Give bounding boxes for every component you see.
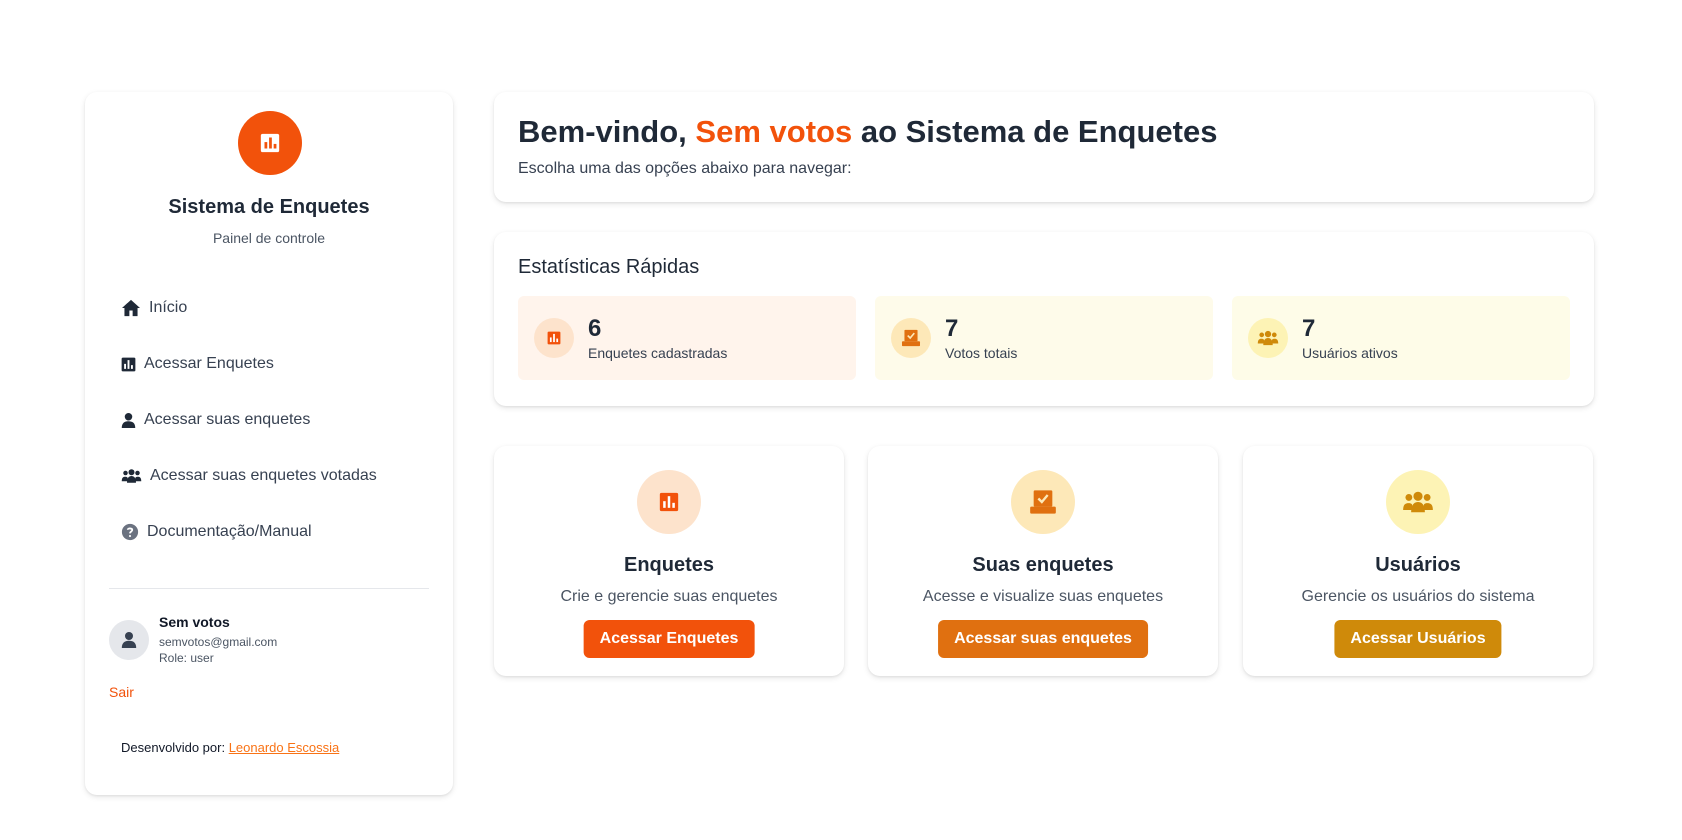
- app-title: Sistema de Enquetes: [168, 196, 370, 218]
- sidebar-nav: Início Acessar Enquetes Acessar suas enq…: [121, 280, 421, 560]
- sidebar-item-label: Acessar suas enquetes votadas: [150, 467, 377, 484]
- stats-title: Estatísticas Rápidas: [518, 256, 700, 278]
- home-icon: [122, 299, 140, 317]
- user-icon: [121, 412, 136, 428]
- welcome-suffix: ao Sistema de Enquetes: [860, 114, 1218, 149]
- sidebar-item-label: Acessar suas enquetes: [144, 411, 311, 428]
- sidebar-item-suas-enquetes[interactable]: Acessar suas enquetes: [121, 392, 421, 448]
- sidebar-item-label: Acessar Enquetes: [144, 355, 274, 372]
- access-users-button[interactable]: Acessar Usuários: [1334, 620, 1502, 658]
- user-name: Sem votos: [159, 614, 230, 630]
- feature-title: Usuários: [1375, 554, 1461, 576]
- welcome-prefix: Bem-vindo,: [518, 114, 687, 149]
- stat-votes: 7 Votos totais: [875, 296, 1213, 380]
- users-icon: [121, 469, 142, 483]
- credits: Desenvolvido por: Leonardo Escossia: [121, 740, 339, 755]
- quick-stats-card: Estatísticas Rápidas 6 Enquetes cadastra…: [494, 232, 1594, 406]
- access-polls-button[interactable]: Acessar Enquetes: [583, 620, 755, 658]
- vote-icon: [1030, 490, 1056, 514]
- feature-icon: [1386, 470, 1450, 534]
- stat-icon: [1248, 318, 1288, 358]
- access-my-polls-button[interactable]: Acessar suas enquetes: [938, 620, 1148, 658]
- stat-value: 7: [945, 315, 959, 342]
- chart-icon: [121, 357, 136, 371]
- feature-icon: [637, 470, 701, 534]
- sidebar-item-label: Documentação/Manual: [147, 523, 312, 540]
- feature-description: Crie e gerencie suas enquetes: [560, 588, 778, 605]
- feature-card-suas-enquetes: Suas enquetes Acesse e visualize suas en…: [868, 446, 1218, 676]
- credits-prefix: Desenvolvido por:: [121, 740, 226, 755]
- feature-description: Acesse e visualize suas enquetes: [922, 588, 1164, 605]
- sidebar-divider: [109, 588, 429, 589]
- user-role: Role: user: [159, 651, 214, 665]
- chart-icon: [260, 133, 280, 153]
- stat-polls: 6 Enquetes cadastradas: [518, 296, 856, 380]
- feature-title: Suas enquetes: [972, 554, 1114, 576]
- author-link[interactable]: Leonardo Escossia: [229, 740, 340, 755]
- feature-title: Enquetes: [623, 554, 715, 576]
- feature-card-enquetes: Enquetes Crie e gerencie suas enquetes A…: [494, 446, 844, 676]
- sidebar-item-inicio[interactable]: Início: [121, 280, 421, 336]
- logout-link[interactable]: Sair: [109, 684, 134, 700]
- sidebar-item-label: Início: [149, 299, 188, 316]
- stat-label: Usuários ativos: [1302, 345, 1398, 361]
- avatar: [109, 620, 149, 660]
- stat-label: Enquetes cadastradas: [588, 345, 728, 361]
- vote-icon: [902, 329, 920, 347]
- user-icon: [121, 632, 137, 648]
- users-icon: [1257, 330, 1279, 346]
- page-title: Bem-vindo, Sem votos ao Sistema de Enque…: [518, 114, 1217, 150]
- feature-icon: [1011, 470, 1075, 534]
- logo: [238, 111, 302, 175]
- stat-value: 6: [588, 315, 602, 342]
- app-subtitle: Painel de controle: [212, 230, 326, 246]
- sidebar-item-enquetes-votadas[interactable]: Acessar suas enquetes votadas: [121, 448, 421, 504]
- stat-icon: [534, 318, 574, 358]
- stat-icon: [891, 318, 931, 358]
- help-icon: [121, 523, 139, 541]
- chart-icon: [547, 331, 561, 345]
- sidebar: Sistema de Enquetes Painel de controle I…: [85, 92, 453, 795]
- users-icon: [1403, 491, 1433, 513]
- stat-label: Votos totais: [945, 345, 1018, 361]
- welcome-subtitle: Escolha uma das opções abaixo para naveg…: [518, 160, 852, 177]
- sidebar-item-acessar-enquetes[interactable]: Acessar Enquetes: [121, 336, 421, 392]
- feature-description: Gerencie os usuários do sistema: [1301, 588, 1535, 605]
- stat-users: 7 Usuários ativos: [1232, 296, 1570, 380]
- user-email: semvotos@gmail.com: [159, 635, 278, 649]
- welcome-username: Sem votos: [695, 114, 853, 149]
- chart-icon: [659, 492, 679, 512]
- feature-card-usuarios: Usuários Gerencie os usuários do sistema…: [1243, 446, 1593, 676]
- stat-value: 7: [1302, 315, 1316, 342]
- sidebar-item-documentacao[interactable]: Documentação/Manual: [121, 504, 421, 560]
- user-info: Sem votos semvotos@gmail.com Role: user: [109, 614, 277, 666]
- welcome-card: Bem-vindo, Sem votos ao Sistema de Enque…: [494, 92, 1594, 202]
